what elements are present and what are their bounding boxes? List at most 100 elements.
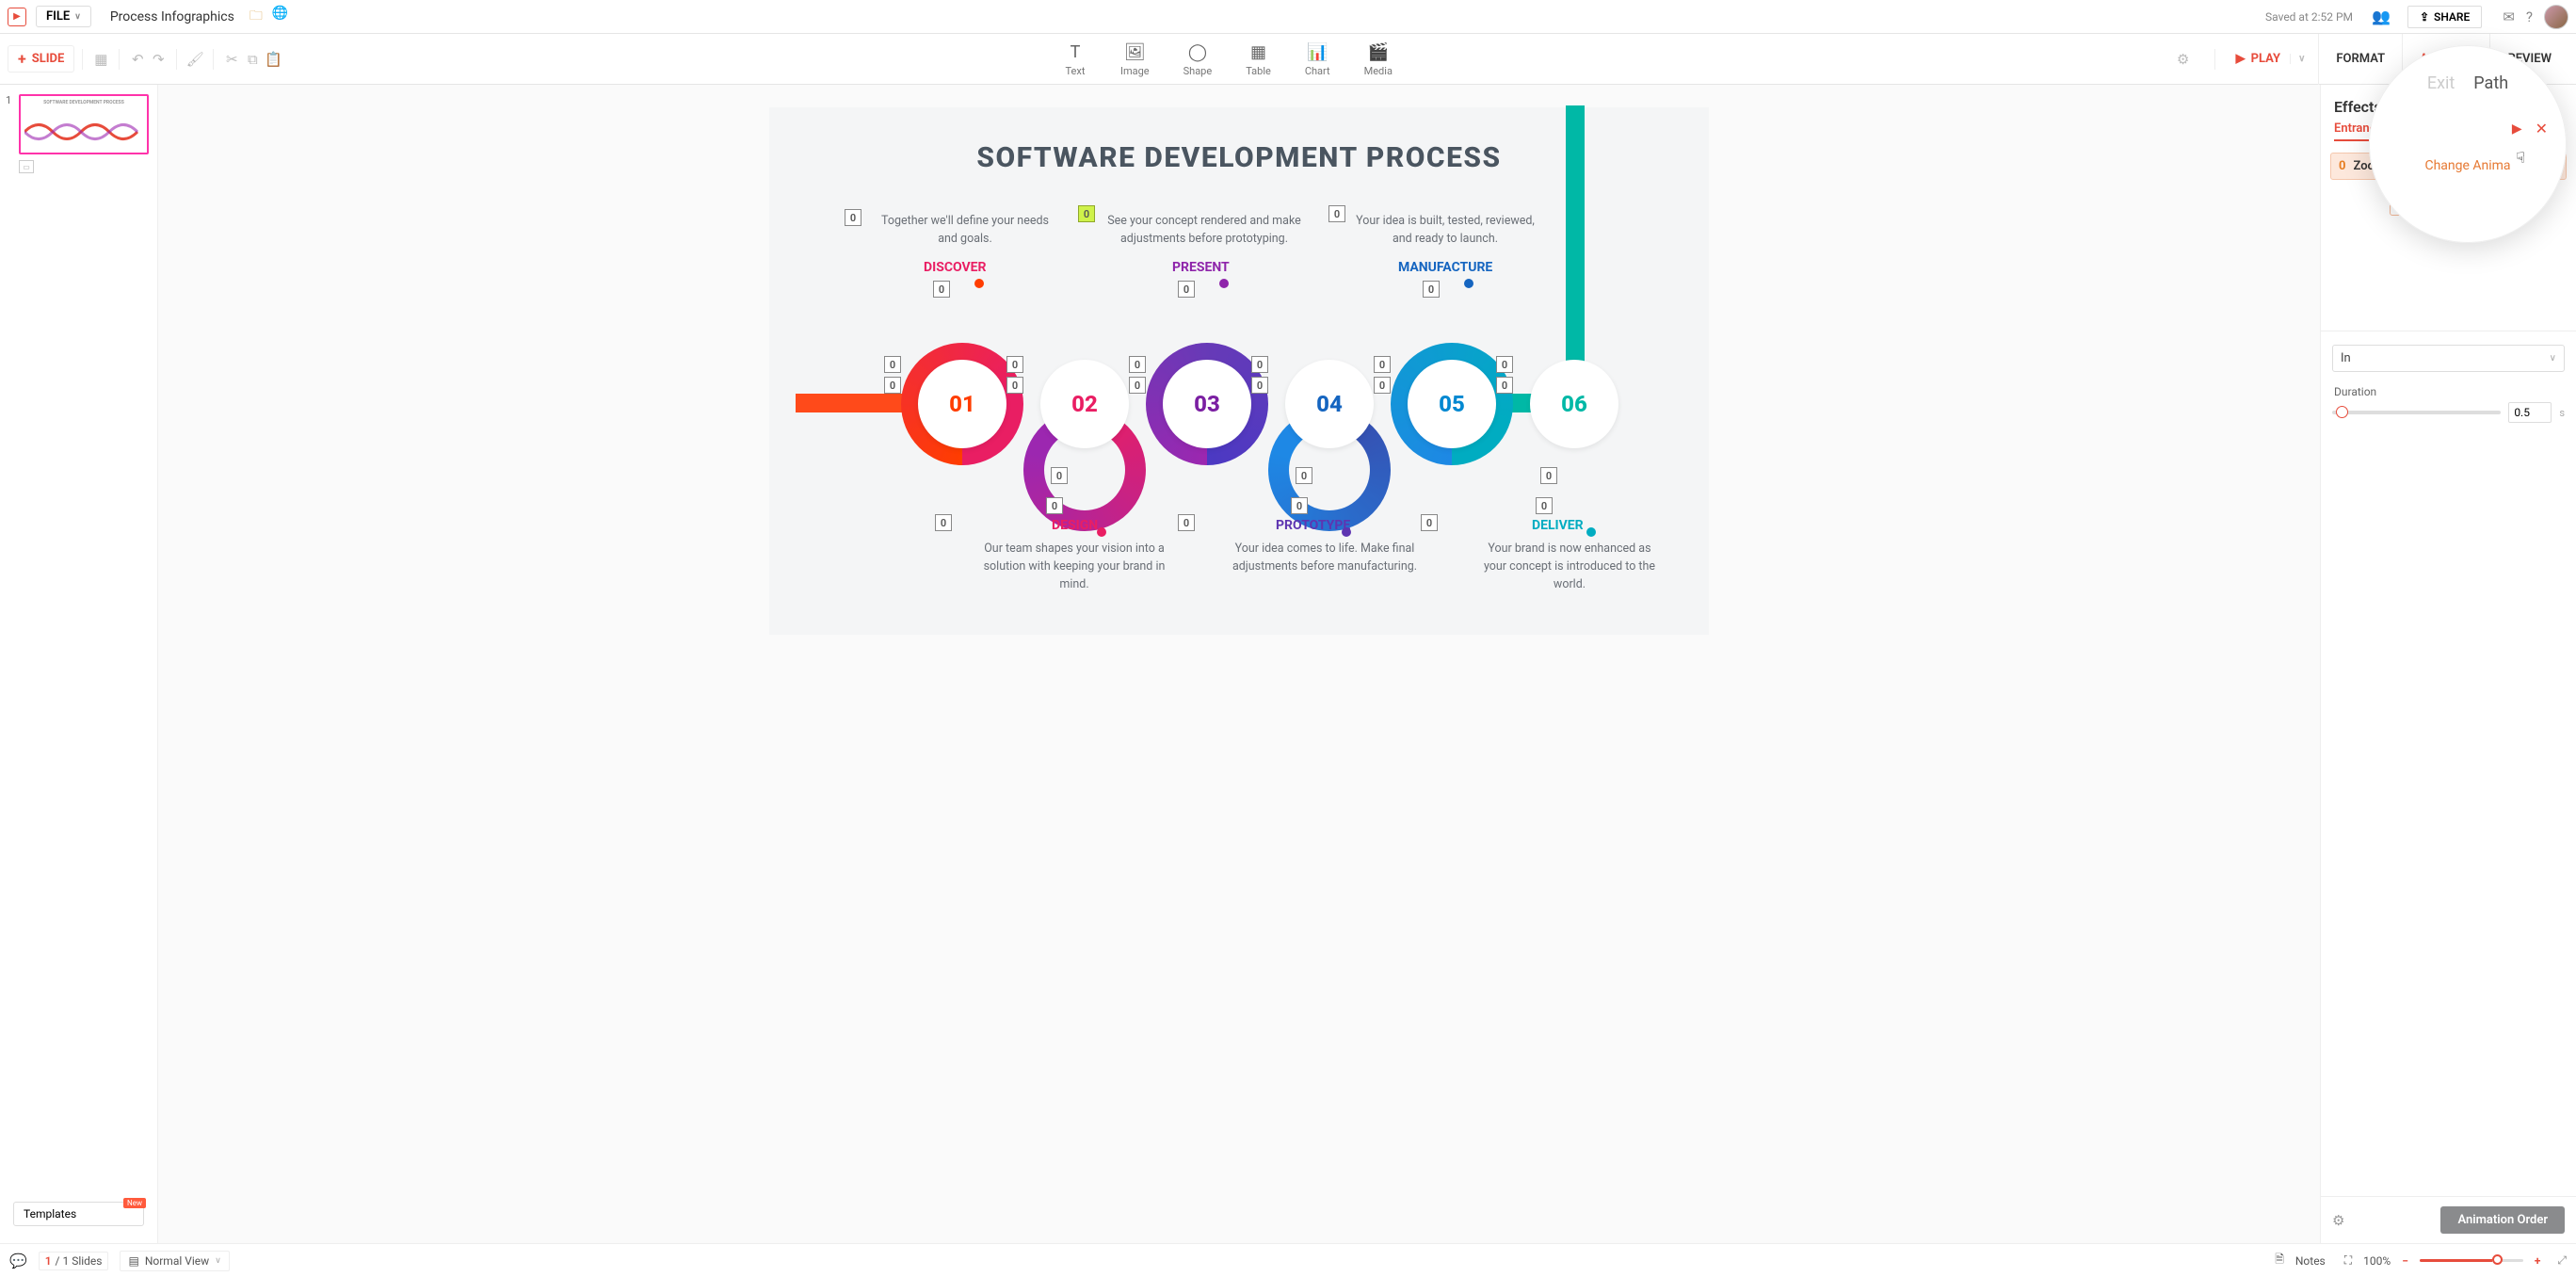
zoom-slider[interactable] bbox=[2420, 1259, 2523, 1262]
anim-marker[interactable]: 0 bbox=[1006, 356, 1023, 373]
design-desc[interactable]: Our team shapes your vision into a solut… bbox=[980, 541, 1168, 593]
anim-marker[interactable]: 0 bbox=[884, 377, 901, 394]
anim-marker[interactable]: 0 bbox=[1046, 497, 1063, 514]
copy-icon[interactable]: ⧉ bbox=[242, 49, 263, 70]
anim-marker[interactable]: 0 bbox=[845, 209, 861, 226]
user-avatar[interactable] bbox=[2544, 5, 2568, 29]
design-label[interactable]: DESIGN bbox=[1052, 518, 1098, 533]
anim-marker[interactable]: 0 bbox=[1178, 514, 1195, 531]
step-num-05[interactable]: 05 bbox=[1408, 360, 1496, 448]
anim-marker[interactable]: 0 bbox=[1051, 467, 1068, 484]
magnified-close-icon[interactable]: ✕ bbox=[2536, 120, 2548, 137]
insert-table-label: Table bbox=[1246, 65, 1271, 77]
step-num-01[interactable]: 01 bbox=[918, 360, 1006, 448]
mail-icon[interactable]: ✉ bbox=[2503, 8, 2515, 25]
play-button[interactable]: ▶ PLAY ∨ bbox=[2236, 52, 2306, 66]
anim-marker[interactable]: 0 bbox=[1006, 377, 1023, 394]
paste-icon[interactable]: 📋 bbox=[263, 49, 283, 70]
insert-shape-button[interactable]: ◯ Shape bbox=[1183, 40, 1213, 77]
step-num-03[interactable]: 03 bbox=[1163, 360, 1251, 448]
templates-new-badge: New bbox=[123, 1198, 146, 1208]
globe-icon[interactable]: 🌐 bbox=[272, 6, 288, 28]
anim-marker[interactable]: 0 bbox=[1178, 281, 1195, 298]
anim-marker[interactable]: 0 bbox=[933, 281, 950, 298]
manufacture-label[interactable]: MANUFACTURE bbox=[1398, 260, 1492, 275]
magnified-change-anim: Change Anima bbox=[2424, 158, 2510, 173]
panel-settings-icon[interactable]: ⚙ bbox=[2332, 1212, 2344, 1229]
anim-marker[interactable]: 0 bbox=[1536, 497, 1553, 514]
templates-button[interactable]: Templates New bbox=[13, 1202, 144, 1226]
cut-icon[interactable]: ✂ bbox=[221, 49, 242, 70]
new-slide-button[interactable]: + SLIDE bbox=[8, 45, 74, 73]
step-num-04[interactable]: 04 bbox=[1285, 360, 1374, 448]
fullscreen-icon[interactable]: ⤢ bbox=[2557, 1253, 2567, 1268]
insert-chart-button[interactable]: 📊 Chart bbox=[1305, 40, 1330, 77]
play-dropdown-icon[interactable]: ∨ bbox=[2290, 54, 2305, 64]
step-num-06[interactable]: 06 bbox=[1530, 360, 1618, 448]
slider-knob[interactable] bbox=[2336, 406, 2348, 418]
collaborators-icon[interactable]: 👥 bbox=[2372, 8, 2391, 25]
slide-thumbnail[interactable]: SOFTWARE DEVELOPMENT PROCESS bbox=[19, 94, 149, 154]
anim-marker[interactable]: 0 bbox=[1251, 377, 1268, 394]
thumbnail-transition-icon[interactable]: ▭ bbox=[19, 160, 34, 173]
zoom-knob[interactable] bbox=[2492, 1254, 2503, 1265]
anim-marker[interactable]: 0 bbox=[1423, 281, 1440, 298]
insert-text-button[interactable]: T Text bbox=[1064, 40, 1087, 77]
redo-icon[interactable]: ↷ bbox=[148, 49, 169, 70]
anim-marker[interactable]: 0 bbox=[1374, 377, 1391, 394]
comments-icon[interactable]: 💬 bbox=[9, 1253, 27, 1269]
discover-desc[interactable]: Together we'll define your needs and goa… bbox=[871, 213, 1059, 249]
anim-marker[interactable]: 0 bbox=[1540, 467, 1557, 484]
file-menu-button[interactable]: FILE ∨ bbox=[36, 6, 91, 27]
deliver-desc[interactable]: Your brand is now enhanced as your conce… bbox=[1475, 541, 1664, 593]
insert-media-button[interactable]: 🎬 Media bbox=[1364, 40, 1393, 77]
present-desc[interactable]: See your concept rendered and make adjus… bbox=[1101, 213, 1308, 249]
anim-marker[interactable]: 0 bbox=[884, 356, 901, 373]
anim-marker[interactable]: 0 bbox=[1251, 356, 1268, 373]
layout-icon[interactable]: ▦ bbox=[90, 49, 111, 70]
notes-label[interactable]: Notes bbox=[2295, 1254, 2326, 1268]
anim-marker[interactable]: 0 bbox=[1296, 467, 1312, 484]
anim-marker[interactable]: 0 bbox=[1328, 205, 1345, 222]
insert-image-button[interactable]: 🖼 Image bbox=[1120, 40, 1150, 77]
anim-marker[interactable]: 0 bbox=[1421, 514, 1438, 531]
discover-label[interactable]: DISCOVER bbox=[924, 260, 986, 275]
undo-icon[interactable]: ↶ bbox=[127, 49, 148, 70]
deliver-label[interactable]: DELIVER bbox=[1532, 518, 1584, 533]
prototype-label[interactable]: PROTOTYPE bbox=[1276, 518, 1350, 533]
animation-order-button[interactable]: Animation Order bbox=[2440, 1206, 2565, 1234]
anim-marker-selected[interactable]: 0 bbox=[1078, 205, 1095, 222]
insert-table-button[interactable]: ▦ Table bbox=[1246, 40, 1271, 77]
view-selector[interactable]: ▤ Normal View ∨ bbox=[120, 1251, 229, 1271]
slide-canvas[interactable]: SOFTWARE DEVELOPMENT PROCESS 0 Together … bbox=[769, 107, 1709, 635]
help-icon[interactable]: ? bbox=[2526, 8, 2533, 25]
fit-icon[interactable]: ⛶ bbox=[2344, 1253, 2352, 1268]
image-icon: 🖼 bbox=[1123, 40, 1146, 63]
step-num-02[interactable]: 02 bbox=[1040, 360, 1129, 448]
document-title[interactable]: Process Infographics bbox=[110, 9, 234, 24]
settings-gear-icon[interactable]: ⚙ bbox=[2173, 49, 2194, 70]
anim-marker[interactable]: 0 bbox=[935, 514, 952, 531]
app-logo-icon[interactable]: ▶ bbox=[8, 8, 26, 26]
anim-marker[interactable]: 0 bbox=[1496, 377, 1513, 394]
duration-slider[interactable] bbox=[2332, 411, 2501, 414]
zoom-in-icon[interactable]: + bbox=[2535, 1254, 2541, 1268]
page-indicator[interactable]: 1 / 1 Slides bbox=[39, 1252, 109, 1270]
share-button[interactable]: ⇪ SHARE bbox=[2407, 6, 2482, 28]
insert-chart-label: Chart bbox=[1305, 65, 1330, 77]
anim-marker[interactable]: 0 bbox=[1291, 497, 1308, 514]
anim-marker[interactable]: 0 bbox=[1496, 356, 1513, 373]
zoom-out-icon[interactable]: − bbox=[2402, 1254, 2408, 1268]
format-painter-icon[interactable]: 🖌 bbox=[185, 49, 205, 70]
manufacture-desc[interactable]: Your idea is built, tested, reviewed, an… bbox=[1351, 213, 1539, 249]
anim-marker[interactable]: 0 bbox=[1129, 377, 1146, 394]
folder-icon[interactable]: 🗀 bbox=[250, 6, 263, 28]
notes-icon[interactable]: 🗎 bbox=[2275, 1251, 2284, 1270]
duration-input[interactable] bbox=[2508, 402, 2552, 423]
anim-marker[interactable]: 0 bbox=[1129, 356, 1146, 373]
direction-select[interactable]: In ∨ bbox=[2332, 345, 2565, 372]
prototype-desc[interactable]: Your idea comes to life. Make final adju… bbox=[1231, 541, 1419, 576]
magnified-play-icon[interactable]: ▶ bbox=[2512, 121, 2522, 137]
present-label[interactable]: PRESENT bbox=[1172, 260, 1230, 275]
anim-marker[interactable]: 0 bbox=[1374, 356, 1391, 373]
